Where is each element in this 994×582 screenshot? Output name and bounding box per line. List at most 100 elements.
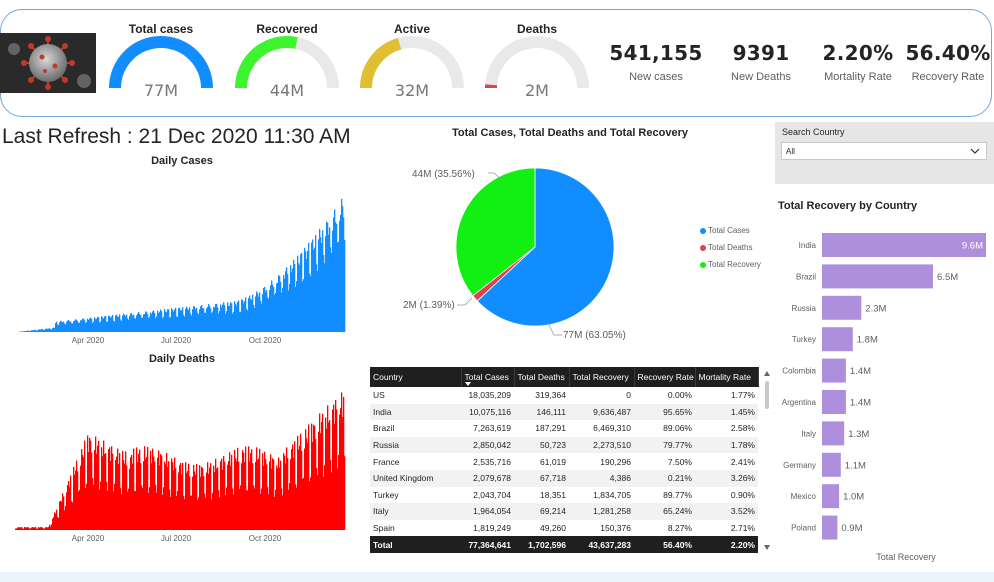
data-label: 2.3M: [865, 303, 886, 314]
table-cell: 49,260: [540, 523, 566, 534]
table-cell: Russia: [370, 436, 461, 454]
gauge-title: Deaths: [516, 22, 557, 36]
table-cell: 2.58%: [730, 423, 755, 434]
recovery-bar[interactable]: [822, 264, 933, 289]
legend-dot-icon: [700, 244, 706, 251]
legend-item[interactable]: Total Recovery: [700, 256, 780, 273]
search-country-label: Search Country: [782, 127, 845, 137]
table-row[interactable]: Russia 2,850,042 50,723 2,273,510 79.77% 1.78…: [370, 436, 758, 454]
pie-data-label: 44M (35.56%): [412, 169, 475, 180]
table-cell: 2.71%: [730, 523, 755, 534]
table-cell: 1,964,054: [461, 503, 514, 520]
daily-bar[interactable]: [344, 239, 346, 332]
daily-cases-chart[interactable]: Apr 2020 Jul 2020 Oct 2020: [0, 168, 360, 348]
card-label: New Deaths: [731, 71, 791, 83]
sort-desc-icon: [464, 382, 471, 386]
table-cell: 77,364,641: [461, 536, 514, 554]
gauge-title: Active: [393, 22, 431, 36]
table-cell: 79.77%: [634, 436, 695, 454]
table-cell: 2,273,510: [569, 436, 634, 454]
column-header-recovery-rate[interactable]: Recovery Rate: [634, 367, 696, 387]
daily-deaths-title: Daily Deaths: [148, 353, 216, 365]
pie-legend: Total Cases Total Deaths Total Recovery: [700, 222, 780, 273]
recovery-bar-chart[interactable]: India 9.6M Brazil 6.5M Russia 2.3M Turkey 1.8M C…: [775, 225, 994, 565]
recovery-bar[interactable]: [822, 327, 853, 352]
gauge-title: Recovered: [256, 22, 318, 36]
table-row[interactable]: US 18,035,209 319,364 0 0.00% 1.77%: [370, 387, 758, 404]
table-cell: 4,386: [569, 469, 634, 487]
legend-item[interactable]: Total Deaths: [700, 239, 780, 256]
table-cell: 2.41%: [730, 456, 755, 467]
table-row[interactable]: France 2,535,716 61,019 190,296 7.50% 2.41%: [370, 453, 758, 470]
table-cell: 0.00%: [667, 390, 692, 401]
table-cell: 1,702,596: [514, 536, 569, 554]
x-tick-label: Apr 2020: [72, 336, 105, 345]
daily-bar[interactable]: [344, 456, 346, 530]
table-cell: 1.77%: [730, 390, 755, 401]
table-cell: 187,291: [535, 423, 566, 434]
card-value: 2.20%: [822, 41, 894, 65]
recovery-chart-title: Total Recovery by Country: [778, 200, 918, 212]
legend-label: Total Recovery: [708, 260, 761, 269]
x-tick-label: Jul 2020: [161, 336, 192, 345]
table-cell: 2,043,704: [473, 489, 511, 500]
recovery-bar[interactable]: [822, 452, 841, 477]
x-tick-label: Oct 2020: [249, 336, 282, 345]
legend-item[interactable]: Total Cases: [700, 222, 780, 239]
table-cell: 2.20%: [695, 536, 758, 554]
card-recovery-rate[interactable]: 56.40% Recovery Rate: [900, 41, 994, 83]
table-cell: 0: [626, 390, 631, 401]
column-header-total-recovery[interactable]: Total Recovery: [569, 367, 635, 387]
recovery-bar[interactable]: [822, 421, 845, 446]
category-label: Russia: [792, 304, 817, 313]
gauge-deaths[interactable]: Deaths 2M: [482, 22, 592, 107]
card-value: 541,155: [609, 41, 703, 65]
table-row[interactable]: United Kingdom 2,079,678 67,718 4,386 0.21% 3…: [370, 469, 758, 487]
pie-data-label: 77M (63.05%): [563, 330, 626, 341]
table-row[interactable]: India 10,075,116 146,111 9,636,487 95.65% 1.4…: [370, 403, 758, 421]
recovery-bar[interactable]: [822, 390, 846, 414]
recovery-bar[interactable]: [822, 295, 862, 320]
daily-deaths-chart[interactable]: Apr 2020 Jul 2020 Oct 2020: [0, 366, 360, 546]
column-header-total-cases[interactable]: Total Cases: [461, 367, 515, 387]
table-row[interactable]: Brazil 7,263,619 187,291 6,469,310 89.06% 2.5…: [370, 420, 758, 437]
table-cell: Italy: [370, 503, 461, 520]
data-label: 1.0M: [843, 492, 864, 503]
legend-label: Total Cases: [708, 226, 750, 235]
table-row[interactable]: Italy 1,964,054 69,214 1,281,258 65.24% 3.52%: [370, 503, 758, 520]
recovery-bar[interactable]: [822, 515, 838, 540]
scroll-thumb[interactable]: [765, 381, 769, 409]
scroll-down-icon[interactable]: [764, 545, 770, 550]
table-cell: 1,819,249: [473, 523, 511, 534]
pie-data-label: 2M (1.39%): [403, 300, 455, 311]
scroll-up-icon[interactable]: [764, 371, 770, 376]
column-header-total-deaths[interactable]: Total Deaths: [514, 367, 570, 387]
recovery-bar[interactable]: [822, 484, 840, 509]
table-cell: 3.26%: [695, 469, 758, 487]
card-new-cases[interactable]: 541,155 New cases: [608, 41, 704, 83]
table-cell: 2,535,716: [473, 456, 511, 467]
table-cell: 10,075,116: [461, 403, 514, 421]
gauge-recovered[interactable]: Recovered 44M: [232, 22, 342, 107]
table-cell: 18,035,209: [468, 390, 511, 401]
gauge-value: 44M: [269, 81, 305, 100]
table-cell: 3.52%: [695, 503, 758, 520]
table-row[interactable]: Spain 1,819,249 49,260 150,376 8.27% 2.71%: [370, 520, 758, 537]
table-cell: Total: [370, 536, 461, 554]
gauge-total-cases[interactable]: Total cases 77M: [106, 22, 216, 107]
table-cell: 61,019: [540, 456, 566, 467]
search-country-dropdown[interactable]: All: [781, 142, 987, 160]
column-header-country[interactable]: Country: [370, 367, 462, 387]
table-row[interactable]: Turkey 2,043,704 18,351 1,834,705 89.77% 0.90…: [370, 487, 758, 504]
card-new-deaths[interactable]: 9391 New Deaths: [713, 41, 809, 83]
table-cell: France: [373, 456, 400, 467]
category-label: Poland: [791, 524, 816, 533]
x-axis-title: Total Recovery: [876, 552, 936, 562]
table-cell: 146,111: [514, 403, 569, 421]
card-mortality-rate[interactable]: 2.20% Mortality Rate: [810, 41, 906, 83]
gauge-active[interactable]: Active 32M: [357, 22, 467, 107]
recovery-bar[interactable]: [822, 358, 846, 383]
table-scrollbar[interactable]: [761, 367, 773, 555]
column-header-mortality-rate[interactable]: Mortality Rate: [695, 367, 759, 387]
legend-label: Total Deaths: [708, 243, 753, 252]
